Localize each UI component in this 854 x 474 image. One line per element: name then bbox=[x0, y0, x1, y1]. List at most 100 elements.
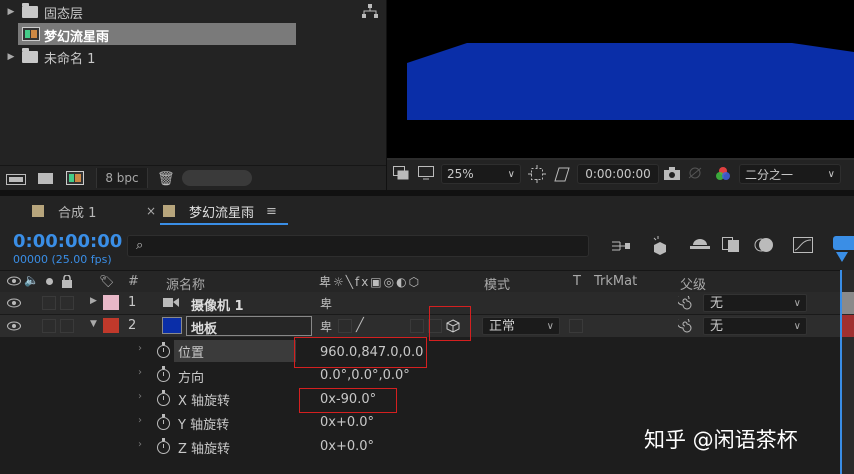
property-value[interactable]: 0x+0.0° bbox=[320, 439, 374, 454]
zoom-dropdown[interactable]: 25% ∨ bbox=[441, 164, 521, 184]
lock-toggle[interactable] bbox=[60, 296, 74, 310]
new-folder-icon[interactable] bbox=[38, 173, 53, 184]
stopwatch-icon[interactable] bbox=[157, 390, 170, 406]
layer-search-field[interactable]: ⌕ bbox=[127, 235, 589, 257]
property-value[interactable]: 0.0°,0.0°,0.0° bbox=[320, 368, 410, 383]
label-tag-icon[interactable]: 🏷 bbox=[99, 274, 114, 288]
comp-color-swatch bbox=[163, 205, 175, 217]
project-item-comp[interactable]: 梦幻流星雨 bbox=[0, 23, 386, 45]
resolution-dropdown[interactable]: 二分之一 ∨ bbox=[739, 164, 841, 184]
solo-toggle[interactable] bbox=[42, 296, 56, 310]
region-of-interest-icon[interactable] bbox=[528, 165, 546, 183]
project-scroll-thumb[interactable] bbox=[182, 170, 252, 186]
pick-whip-icon[interactable] bbox=[678, 296, 692, 310]
quality-switch-icon[interactable]: ╱ bbox=[356, 318, 364, 333]
resolution-value: 二分之一 bbox=[745, 167, 794, 182]
chevron-down-icon: ∨ bbox=[827, 168, 835, 180]
eye-icon[interactable] bbox=[7, 321, 21, 331]
layer-number: 2 bbox=[128, 318, 137, 333]
stopwatch-icon[interactable] bbox=[157, 366, 170, 382]
highlight-3d-switch bbox=[429, 306, 471, 341]
frame-blend-toggle[interactable] bbox=[410, 319, 424, 333]
column-t: T bbox=[573, 274, 581, 289]
floor-layer-bar[interactable] bbox=[840, 315, 854, 337]
new-composition-icon[interactable] bbox=[66, 171, 84, 185]
frame-blending-icon[interactable] bbox=[722, 237, 740, 253]
layer-row-floor[interactable]: ▼ 2 地板 卑 ╱ 正常 ∨ 无 ∨ bbox=[0, 315, 840, 337]
collapse-toggle[interactable] bbox=[338, 319, 352, 333]
show-snapshot-icon[interactable] bbox=[687, 166, 703, 180]
current-time-display[interactable]: 0:00:00:00 bbox=[13, 231, 122, 252]
project-item-label: 未命名 1 bbox=[44, 51, 96, 67]
solo-toggle[interactable] bbox=[42, 319, 56, 333]
property-name: X 轴旋转 bbox=[178, 394, 231, 409]
close-tab-icon[interactable]: × bbox=[146, 204, 156, 218]
project-item-folder-unnamed[interactable]: ▶ 未命名 1 bbox=[0, 46, 386, 68]
tab-label: 梦幻流星雨 bbox=[189, 205, 255, 221]
floor-layer-preview bbox=[407, 43, 854, 120]
project-bit-depth[interactable]: 8 bpc bbox=[96, 168, 148, 188]
motion-blur-icon[interactable] bbox=[754, 237, 774, 253]
expand-arrow-icon[interactable]: ▶ bbox=[90, 296, 97, 306]
audio-icon[interactable]: 🔈 bbox=[24, 273, 39, 287]
camera-layer-bar[interactable] bbox=[840, 292, 854, 314]
interpret-footage-icon[interactable] bbox=[6, 172, 26, 185]
layer-name-field[interactable]: 地板 bbox=[186, 316, 312, 337]
shy-switch[interactable]: 卑 bbox=[320, 318, 332, 335]
parent-dropdown[interactable]: 无 ∨ bbox=[703, 317, 807, 335]
project-item-label: 梦幻流星雨 bbox=[44, 30, 110, 45]
color-channels-icon[interactable] bbox=[715, 166, 731, 182]
tab-meteor-shower[interactable]: 梦幻流星雨 ≡ bbox=[163, 196, 277, 226]
property-bullet: › bbox=[138, 343, 142, 354]
tab-comp-1[interactable]: 合成 1 bbox=[32, 196, 96, 226]
chevron-down-icon: ∨ bbox=[507, 168, 515, 180]
layer-label-color[interactable] bbox=[103, 295, 119, 310]
transparency-grid-icon[interactable] bbox=[553, 165, 571, 183]
work-area-start-handle[interactable] bbox=[833, 236, 854, 250]
always-preview-icon[interactable] bbox=[393, 166, 409, 180]
draft-3d-icon[interactable] bbox=[650, 236, 670, 256]
column-source-name[interactable]: 源名称 bbox=[166, 274, 205, 293]
solo-icon[interactable] bbox=[46, 278, 53, 285]
lock-toggle[interactable] bbox=[60, 319, 74, 333]
property-name: Z 轴旋转 bbox=[178, 442, 231, 457]
viewer-toolbar: 25% ∨ 0:00:00:00 二分之一 ∨ bbox=[387, 160, 854, 188]
monitor-icon[interactable] bbox=[418, 166, 434, 180]
pick-whip-icon[interactable] bbox=[678, 319, 692, 333]
video-visibility-icon[interactable] bbox=[7, 276, 21, 286]
stopwatch-icon[interactable] bbox=[157, 438, 170, 454]
parent-dropdown[interactable]: 无 ∨ bbox=[703, 294, 807, 312]
panel-menu-icon[interactable]: ≡ bbox=[266, 204, 277, 219]
graph-editor-icon[interactable] bbox=[793, 237, 813, 253]
eye-icon[interactable] bbox=[7, 298, 21, 308]
lock-icon[interactable] bbox=[62, 275, 72, 288]
expand-arrow-icon[interactable]: ▶ bbox=[4, 52, 18, 62]
expand-arrow-icon[interactable]: ▶ bbox=[4, 7, 18, 17]
viewer-canvas[interactable] bbox=[387, 0, 854, 158]
blend-mode-dropdown[interactable]: 正常 ∨ bbox=[482, 317, 560, 335]
preserve-transparency-toggle[interactable] bbox=[569, 319, 583, 333]
collapse-arrow-icon[interactable]: ▼ bbox=[90, 319, 97, 329]
stopwatch-icon[interactable] bbox=[157, 414, 170, 430]
project-footer: 8 bpc 🗑 bbox=[0, 165, 386, 191]
shy-switch[interactable]: 卑 bbox=[320, 295, 332, 312]
layer-name[interactable]: 摄像机 1 bbox=[191, 295, 244, 314]
flowchart-icon[interactable] bbox=[362, 4, 378, 18]
layer-number: 1 bbox=[128, 295, 137, 310]
layer-row-camera[interactable]: ▶ 1 摄像机 1 卑 无 ∨ bbox=[0, 292, 840, 315]
layer-label-color[interactable] bbox=[103, 318, 119, 333]
property-row-orientation[interactable]: › 方向 0.0°,0.0°,0.0° bbox=[0, 363, 840, 387]
hide-shy-layers-icon[interactable] bbox=[690, 237, 710, 253]
property-value[interactable]: 0x+0.0° bbox=[320, 415, 374, 430]
property-row-x-rotation[interactable]: › X 轴旋转 0x-90.0° bbox=[0, 387, 840, 411]
project-item-folder-solids[interactable]: ▶ 固态层 bbox=[0, 1, 386, 23]
stopwatch-icon[interactable] bbox=[157, 342, 170, 358]
timeline-track-area[interactable] bbox=[840, 270, 854, 474]
snapshot-camera-icon[interactable] bbox=[664, 167, 680, 180]
viewer-timecode[interactable]: 0:00:00:00 bbox=[577, 164, 659, 184]
playhead-icon[interactable] bbox=[836, 252, 848, 262]
trash-icon[interactable]: 🗑 bbox=[157, 171, 175, 187]
chevron-down-icon: ∨ bbox=[793, 298, 801, 309]
mode-value: 正常 bbox=[489, 319, 516, 334]
composition-flowchart-icon[interactable] bbox=[612, 239, 630, 253]
